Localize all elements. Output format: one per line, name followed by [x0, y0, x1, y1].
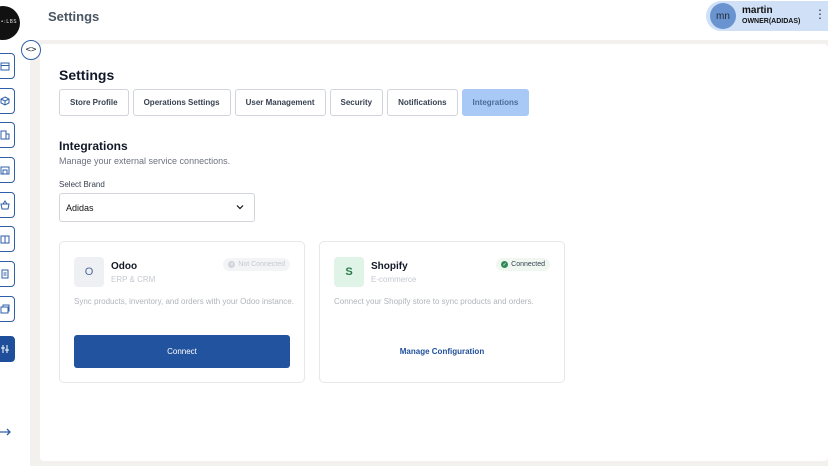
logo-text: •:LBS — [0, 19, 17, 25]
integration-description: Sync products, inventory, and orders wit… — [74, 297, 294, 306]
brand-select-value: Adidas — [66, 202, 94, 213]
avatar: mn — [710, 3, 736, 29]
integration-card-shopify: S Shopify E-commerce ✓ Connected Connect… — [319, 241, 565, 383]
sidebar-item-stores[interactable] — [0, 226, 15, 252]
status-badge: × Not Connected — [223, 258, 290, 271]
document-icon — [1, 269, 9, 279]
integration-type: ERP & CRM — [111, 275, 156, 284]
store-front-icon — [0, 235, 10, 244]
brand-select[interactable]: Adidas — [59, 193, 255, 222]
tab-user-management[interactable]: User Management — [234, 89, 326, 116]
integrations-icon — [1, 345, 9, 353]
header-title: Settings — [48, 9, 100, 24]
layers-icon — [0, 304, 10, 314]
status-text: Not Connected — [238, 261, 285, 268]
sidebar-item-store[interactable] — [0, 53, 15, 79]
page-title: Settings — [59, 67, 115, 83]
tab-notifications[interactable]: Notifications — [387, 89, 458, 116]
shop-icon — [0, 166, 10, 175]
connect-button[interactable]: Connect — [74, 335, 290, 368]
close-circle-icon: × — [228, 261, 236, 268]
section-title: Integrations — [59, 139, 128, 153]
building-icon — [0, 130, 10, 140]
tab-operations-settings[interactable]: Operations Settings — [132, 89, 231, 116]
more-options-icon[interactable]: ⋮ — [814, 8, 826, 20]
status-badge: ✓ Connected — [496, 258, 550, 271]
sidebar-item-products[interactable] — [0, 88, 15, 114]
sidebar-item-integrations[interactable] — [0, 336, 15, 362]
odoo-letter-icon: O — [74, 257, 104, 287]
chevron-down-icon — [236, 205, 244, 210]
sidebar-item-catalog[interactable] — [0, 296, 15, 322]
integration-type: E-commerce — [371, 275, 417, 284]
tab-integrations[interactable]: Integrations — [461, 89, 530, 116]
basket-icon — [0, 200, 10, 210]
section-subtitle: Manage your external service connections… — [59, 156, 231, 166]
brand-select-label: Select Brand — [59, 180, 105, 189]
check-circle-icon: ✓ — [501, 261, 509, 268]
sidebar-toggle-icon[interactable]: <> — [21, 40, 41, 60]
status-text: Connected — [511, 261, 545, 268]
user-menu[interactable]: mn martin OWNER(ADIDAS) — [706, 1, 828, 31]
manage-configuration-button[interactable]: Manage Configuration — [334, 335, 550, 368]
integration-description: Connect your Shopify store to sync produ… — [334, 297, 534, 306]
logout-arrow-icon[interactable] — [0, 426, 12, 438]
integration-name: Shopify — [371, 261, 408, 272]
top-bar: Settings mn martin OWNER(ADIDAS) — [30, 0, 828, 40]
user-role: OWNER(ADIDAS) — [742, 18, 801, 25]
user-name: martin — [742, 5, 773, 16]
shopify-letter-icon: S — [334, 257, 364, 287]
integration-name: Odoo — [111, 261, 138, 272]
sidebar: •:LBS — [0, 0, 30, 466]
sidebar-item-orders[interactable] — [0, 192, 15, 218]
integration-card-odoo: O Odoo ERP & CRM × Not Connected Sync pr… — [59, 241, 305, 383]
sidebar-item-reports[interactable] — [0, 261, 15, 287]
tab-security[interactable]: Security — [329, 89, 384, 116]
sidebar-item-company[interactable] — [0, 122, 15, 148]
tab-store-profile[interactable]: Store Profile — [59, 89, 129, 116]
settings-tabs: Store Profile Operations Settings User M… — [59, 89, 530, 116]
box-icon — [0, 96, 10, 106]
sidebar-item-shop[interactable] — [0, 157, 15, 183]
store-icon — [0, 62, 10, 71]
main-panel: Settings Store Profile Operations Settin… — [40, 44, 828, 461]
brand-logo[interactable]: •:LBS — [0, 6, 20, 40]
